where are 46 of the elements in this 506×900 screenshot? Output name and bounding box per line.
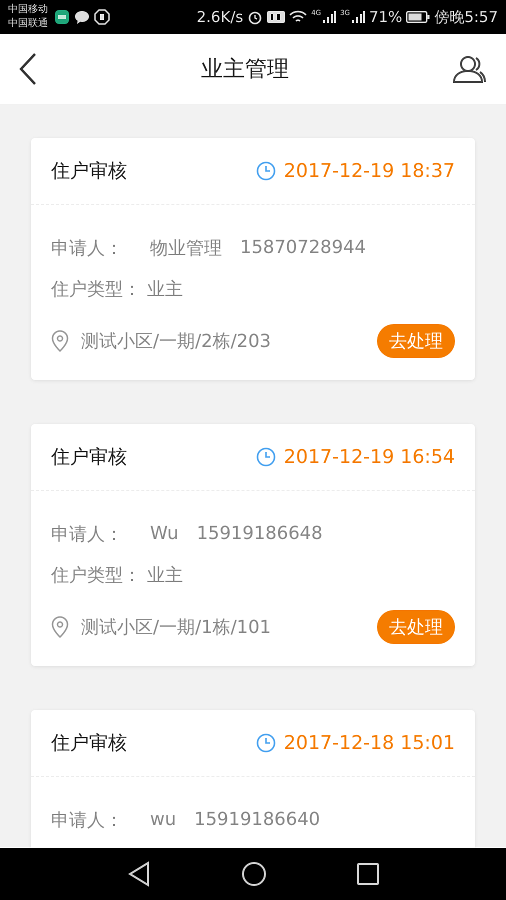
applicant-name: 物业管理 <box>150 236 222 260</box>
field-label: 申请人： <box>51 808 124 832</box>
wifi-icon <box>289 10 308 24</box>
address: 测试小区/一期/2栋/203 <box>81 330 272 352</box>
resident-type: 业主 <box>147 278 183 300</box>
clock-icon <box>256 733 276 753</box>
applicant-name: Wu <box>150 523 179 544</box>
clock-icon <box>256 447 276 467</box>
field-label: 住户类型： <box>51 564 141 586</box>
page-title: 业主管理 <box>201 56 289 84</box>
carrier-name: 中国联通 <box>8 17 48 31</box>
alarm-icon <box>247 9 264 25</box>
location-icon <box>51 616 69 638</box>
process-button[interactable]: 去处理 <box>377 610 455 644</box>
users-icon[interactable] <box>452 54 486 84</box>
applicant-name: wu <box>150 809 176 830</box>
clock: 傍晚5:57 <box>434 8 498 26</box>
address: 测试小区/一期/1栋/101 <box>81 616 272 638</box>
carrier-name: 中国移动 <box>8 3 48 17</box>
process-button[interactable]: 去处理 <box>377 324 455 358</box>
request-time: 2017-12-19 16:54 <box>284 446 455 468</box>
home-icon[interactable] <box>241 861 267 887</box>
field-label: 申请人： <box>51 236 124 260</box>
field-label: 住户类型： <box>51 278 141 300</box>
card-title: 住户审核 <box>51 445 128 470</box>
network-speed: 2.6K/s <box>196 8 244 26</box>
clock-icon <box>256 161 276 181</box>
request-time: 2017-12-18 15:01 <box>284 732 455 754</box>
signal-icon <box>322 10 336 24</box>
chat-icon <box>74 9 90 25</box>
battery-icon <box>406 11 430 23</box>
card-title: 住户审核 <box>51 731 128 756</box>
field-label: 申请人： <box>51 522 124 546</box>
request-time: 2017-12-19 18:37 <box>284 160 455 182</box>
resident-type: 业主 <box>147 564 183 586</box>
battery-percent: 71% <box>368 8 402 26</box>
card-title: 住户审核 <box>51 159 128 184</box>
location-icon <box>51 330 69 352</box>
app-notification-icon <box>54 9 70 25</box>
signal-icon <box>350 10 365 24</box>
recent-apps-icon[interactable] <box>357 863 379 885</box>
phone-number: 15919186648 <box>196 523 323 544</box>
phone-number: 15870728944 <box>240 237 366 258</box>
phone-number: 15919186640 <box>194 809 320 830</box>
back-icon[interactable] <box>127 861 151 887</box>
back-icon[interactable] <box>18 52 38 86</box>
